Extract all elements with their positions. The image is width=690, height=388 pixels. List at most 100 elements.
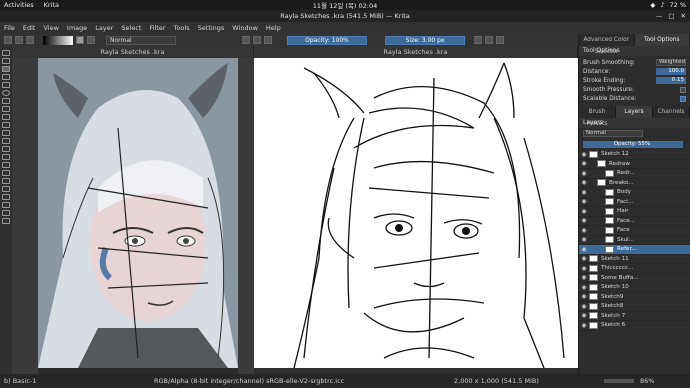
layer-row[interactable]: ◉ Sketch 10 [579, 283, 690, 293]
status-brush-preset[interactable]: b) Basic-1 [4, 377, 154, 385]
open-document-icon[interactable] [15, 36, 23, 44]
opacity-slider[interactable]: Opacity: 100% [287, 35, 367, 45]
tab-brush-presets[interactable]: Brush Presets [579, 106, 616, 127]
brush-preset-icon[interactable] [87, 36, 95, 44]
view-title-1[interactable]: Rayla Sketches .kra [12, 46, 254, 58]
visibility-eye-icon[interactable]: ◉ [579, 303, 589, 310]
select-shapes-icon[interactable] [2, 50, 10, 56]
polygon-select-icon[interactable] [2, 194, 10, 200]
zoom-tool-icon[interactable] [2, 210, 10, 216]
fill-tool-icon[interactable] [2, 154, 10, 160]
layer-row[interactable]: ◉ Some Buffa... [579, 274, 690, 283]
blend-mode-combo[interactable]: Normal [106, 35, 176, 45]
layer-row[interactable]: ◉ Sketch9 [579, 293, 690, 302]
reload-preset-icon[interactable] [264, 36, 272, 44]
layer-blend-combo[interactable]: Normal [583, 130, 643, 137]
wraparound-icon[interactable] [496, 36, 504, 44]
visibility-eye-icon[interactable]: ◉ [579, 312, 589, 319]
zoom-slider[interactable] [604, 379, 634, 383]
layer-row[interactable]: ◉ Body [579, 188, 690, 198]
visibility-eye-icon[interactable]: ◉ [579, 322, 589, 329]
layer-row[interactable]: ◉ Thicccccc... [579, 264, 690, 274]
freehand-brush-icon[interactable] [2, 66, 10, 72]
minimize-icon[interactable]: — [656, 10, 663, 22]
menu-file[interactable]: File [4, 24, 15, 32]
network-icon[interactable]: ◆ [650, 1, 655, 9]
menu-view[interactable]: View [43, 24, 58, 32]
color-picker-icon[interactable] [2, 146, 10, 152]
menu-window[interactable]: Window [232, 24, 258, 32]
layer-row[interactable]: ◉ Faci... [579, 198, 690, 207]
visibility-eye-icon[interactable]: ◉ [579, 255, 589, 262]
tab-layers[interactable]: Layers [616, 106, 653, 118]
layer-row[interactable]: ◉ Face... [579, 217, 690, 226]
gradient-selector[interactable] [43, 35, 73, 45]
stroke-ending-field[interactable]: 0.15 [656, 77, 686, 84]
menu-filter[interactable]: Filter [149, 24, 165, 32]
visibility-eye-icon[interactable]: ◉ [579, 208, 589, 215]
visibility-eye-icon[interactable]: ◉ [579, 179, 589, 186]
layer-row[interactable]: ◉ Sketch 7 [579, 312, 690, 321]
menu-layer[interactable]: Layer [95, 24, 113, 32]
status-zoom[interactable]: 86% [640, 377, 654, 385]
layer-row[interactable]: ◉ Sketch 12 [579, 150, 690, 160]
transform-tool-icon[interactable] [2, 122, 10, 128]
eraser-icon[interactable] [242, 36, 250, 44]
menu-edit[interactable]: Edit [23, 24, 36, 32]
close-icon[interactable]: ✕ [681, 10, 686, 22]
app-indicator[interactable]: Krita [44, 1, 59, 9]
layer-row[interactable]: ◉ Sketch 11 [579, 255, 690, 264]
maximize-icon[interactable]: □ [668, 10, 674, 22]
mirror-horizontal-icon[interactable] [474, 36, 482, 44]
pan-tool-icon[interactable] [2, 218, 10, 224]
layer-row[interactable]: ◉ Skul... [579, 236, 690, 245]
menu-tools[interactable]: Tools [174, 24, 190, 32]
visibility-eye-icon[interactable]: ◉ [579, 151, 589, 158]
assistant-tool-icon[interactable] [2, 162, 10, 168]
layer-row[interactable]: ◉ Redr... [579, 169, 690, 179]
visibility-eye-icon[interactable]: ◉ [579, 284, 589, 291]
activities-button[interactable]: Activities [4, 1, 34, 9]
status-colorspace[interactable]: RGB/Alpha (8-bit integer/channel) sRGB-e… [154, 377, 454, 385]
layer-row[interactable]: ◉ Breako... [579, 179, 690, 188]
rect-select-icon[interactable] [2, 178, 10, 184]
layer-row[interactable]: ◉ Sketch 6 [579, 321, 690, 331]
clock[interactable]: 11월 12일 (목) 02:04 [0, 0, 690, 10]
layer-row[interactable]: ◉ Redraw [579, 160, 690, 169]
freehand-select-icon[interactable] [2, 202, 10, 208]
tab-channels[interactable]: Channels [653, 106, 690, 118]
layer-row[interactable]: ◉ Sketch8 [579, 302, 690, 312]
layer-row[interactable]: ◉ Hair [579, 207, 690, 217]
visibility-eye-icon[interactable]: ◉ [579, 198, 589, 205]
new-document-icon[interactable] [4, 36, 12, 44]
visibility-eye-icon[interactable]: ◉ [579, 160, 589, 167]
brush-smoothing-combo[interactable]: Weighted [656, 59, 686, 66]
visibility-eye-icon[interactable]: ◉ [579, 265, 589, 272]
tab-advanced-color-selector[interactable]: Advanced Color Selector [579, 34, 635, 55]
menu-image[interactable]: Image [67, 24, 87, 32]
battery-indicator[interactable]: 72 % [669, 1, 686, 9]
gradient-tool-icon[interactable] [2, 138, 10, 144]
menu-settings[interactable]: Settings [198, 24, 225, 32]
layer-row[interactable]: ◉ Face [579, 226, 690, 236]
visibility-eye-icon[interactable]: ◉ [579, 217, 589, 224]
volume-icon[interactable]: ♪ [660, 1, 664, 9]
text-tool-icon[interactable] [2, 58, 10, 64]
view-title-2[interactable]: Rayla Sketches .kra [254, 46, 578, 58]
smooth-pressure-checkbox[interactable] [680, 86, 686, 93]
ellipse-tool-icon[interactable] [2, 90, 10, 96]
visibility-eye-icon[interactable]: ◉ [579, 236, 589, 243]
visibility-eye-icon[interactable]: ◉ [579, 189, 589, 196]
polygon-tool-icon[interactable] [2, 98, 10, 104]
canvas-reference-view[interactable] [38, 58, 238, 368]
menu-help[interactable]: Help [266, 24, 281, 32]
crop-tool-icon[interactable] [2, 130, 10, 136]
visibility-eye-icon[interactable]: ◉ [579, 293, 589, 300]
menu-select[interactable]: Select [121, 24, 141, 32]
ellipse-select-icon[interactable] [2, 186, 10, 192]
save-document-icon[interactable] [26, 36, 34, 44]
rectangle-tool-icon[interactable] [2, 82, 10, 88]
mirror-vertical-icon[interactable] [485, 36, 493, 44]
bezier-tool-icon[interactable] [2, 106, 10, 112]
scalable-distance-checkbox[interactable] [680, 95, 686, 102]
